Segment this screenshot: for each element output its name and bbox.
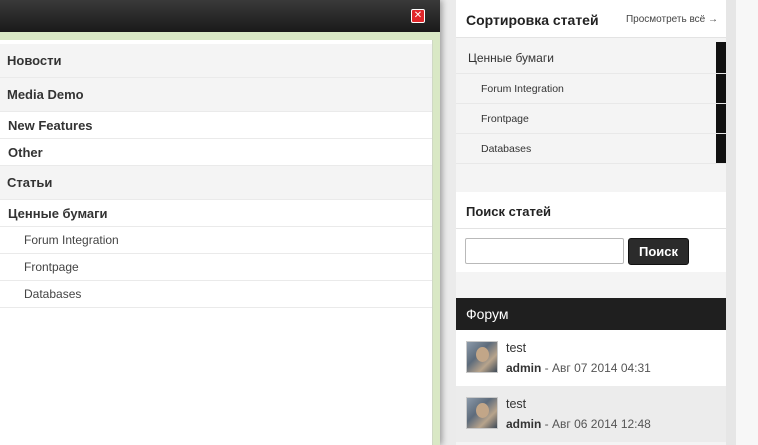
sort-item-label: Forum Integration — [481, 82, 564, 95]
view-all-link[interactable]: Просмотреть всё → — [626, 14, 718, 25]
sort-item-securities[interactable]: Ценные бумаги — [456, 42, 726, 74]
close-icon[interactable]: ✕ — [411, 9, 425, 23]
category-item-databases[interactable]: Databases — [0, 281, 432, 308]
sort-articles-header: Сортировка статей Просмотреть всё → — [456, 0, 726, 38]
category-item-forum-integration[interactable]: Forum Integration — [0, 227, 432, 254]
sort-item-databases[interactable]: Databases — [456, 134, 726, 164]
forum-post[interactable]: test admin - Авг 06 2014 12:48 — [456, 386, 726, 442]
sort-item-bar — [716, 42, 726, 73]
forum-post-meta: admin - Авг 07 2014 04:31 — [506, 361, 651, 375]
sort-item-label: Databases — [481, 142, 532, 155]
forum-post-separator: - — [541, 417, 553, 431]
category-item-other[interactable]: Other — [0, 139, 432, 166]
search-articles-title: Поиск статей — [466, 204, 552, 219]
page-edge — [736, 0, 758, 445]
category-item-securities[interactable]: Ценные бумаги — [0, 200, 432, 227]
forum-post-separator: - — [541, 361, 553, 375]
sort-item-bar — [716, 134, 726, 163]
divider — [456, 228, 726, 229]
forum-header: Форум — [456, 298, 726, 330]
sidebar: Сортировка статей Просмотреть всё → Ценн… — [456, 0, 726, 445]
forum-post-topic[interactable]: test — [506, 341, 526, 355]
forum-post-author: admin — [506, 417, 542, 431]
category-list: Новости Media Demo New Features Other Ст… — [0, 44, 432, 308]
forum-post[interactable]: test admin - Авг 07 2014 04:31 — [456, 330, 726, 386]
search-button[interactable]: Поиск — [628, 238, 689, 265]
category-item-news[interactable]: Новости — [0, 44, 432, 78]
category-item-frontpage[interactable]: Frontpage — [0, 254, 432, 281]
category-item-new-features[interactable]: New Features — [0, 112, 432, 139]
forum-post-date: Авг 06 2014 12:48 — [552, 417, 651, 431]
modal-edge — [433, 40, 440, 445]
page-gutter — [726, 0, 736, 445]
forum-post-date: Авг 07 2014 04:31 — [552, 361, 651, 375]
modal-body: Новости Media Demo New Features Other Ст… — [0, 40, 433, 445]
modal-accent-bar — [0, 32, 440, 40]
category-item-media-demo[interactable]: Media Demo — [0, 78, 432, 112]
sort-item-bar — [716, 74, 726, 103]
category-item-articles[interactable]: Статьи — [0, 166, 432, 200]
search-input[interactable] — [465, 238, 624, 264]
search-articles-box: Поиск статей Поиск — [456, 192, 726, 272]
sort-item-label: Frontpage — [481, 112, 529, 125]
avatar — [466, 397, 498, 429]
sort-articles-title: Сортировка статей — [466, 12, 599, 28]
forum-post-meta: admin - Авг 06 2014 12:48 — [506, 417, 651, 431]
avatar — [466, 341, 498, 373]
sort-item-frontpage[interactable]: Frontpage — [456, 104, 726, 134]
sort-item-label: Ценные бумаги — [468, 50, 554, 65]
sort-item-bar — [716, 104, 726, 133]
forum-post-topic[interactable]: test — [506, 397, 526, 411]
modal-titlebar: ✕ — [0, 0, 440, 32]
forum-post-author: admin — [506, 361, 542, 375]
category-modal: ✕ Новости Media Demo New Features Other … — [0, 0, 440, 445]
sort-articles-list: Ценные бумаги Forum Integration Frontpag… — [456, 42, 726, 164]
sort-item-forum-integration[interactable]: Forum Integration — [456, 74, 726, 104]
